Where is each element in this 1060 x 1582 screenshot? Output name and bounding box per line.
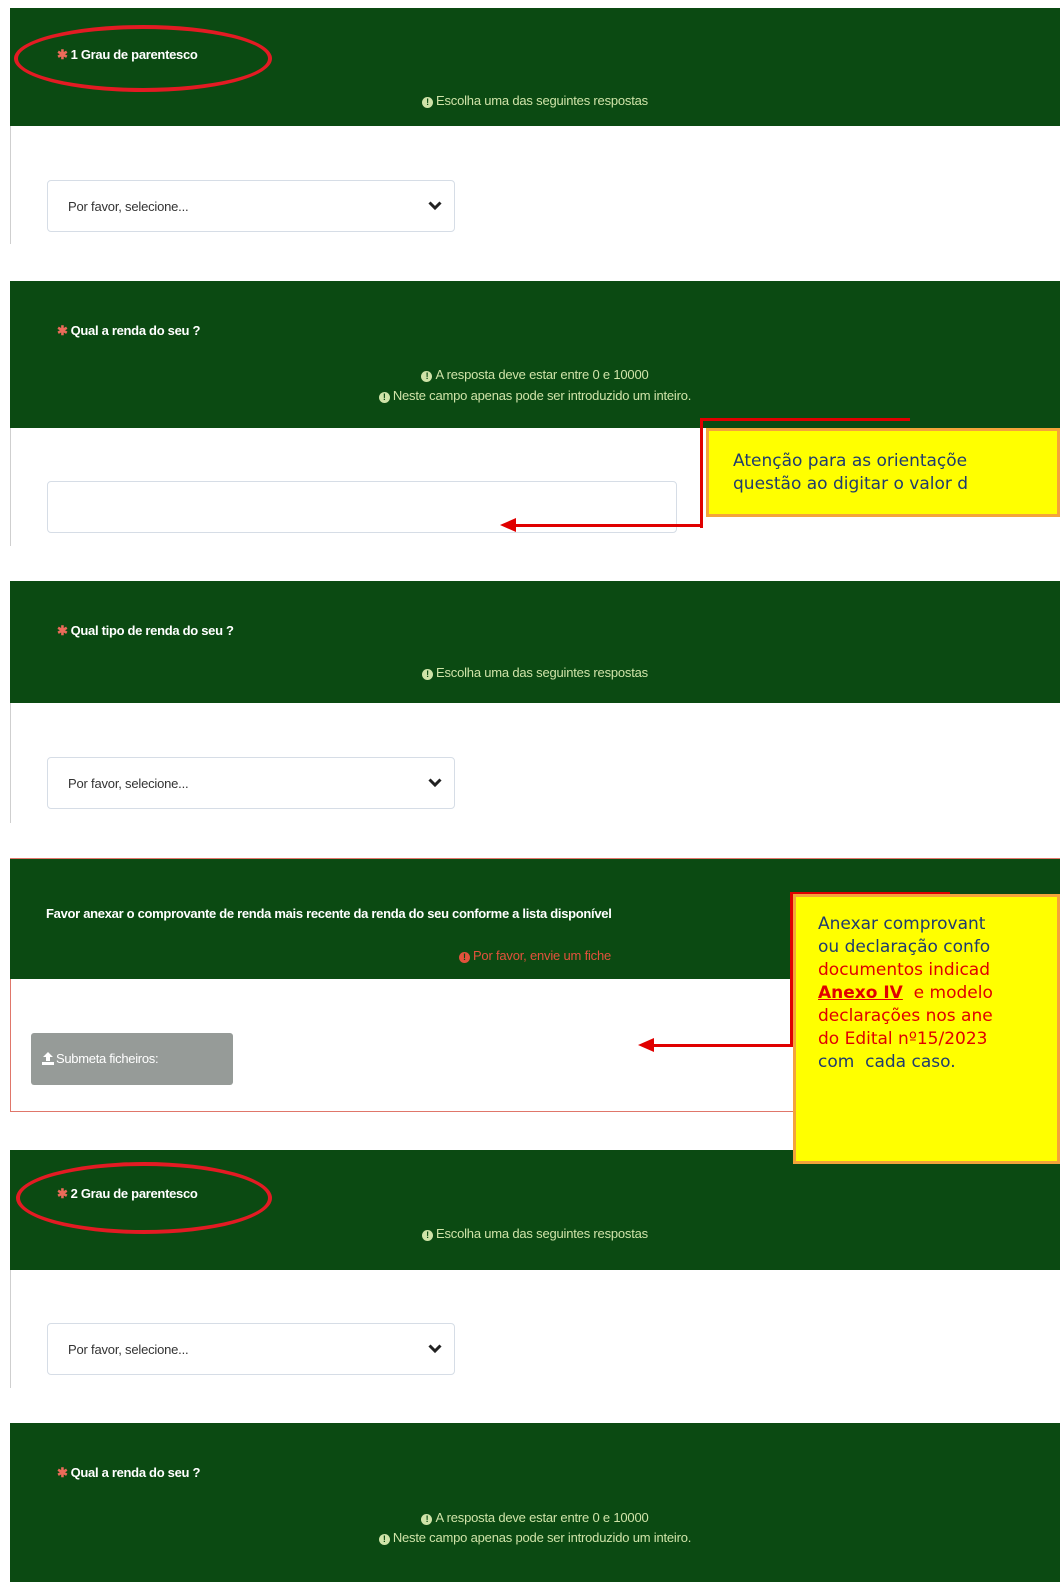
annotation-arrow-line (512, 524, 703, 527)
grau-parentesco-select[interactable]: Por favor, selecione... (47, 180, 455, 232)
annotation-line (700, 418, 703, 528)
exclamation-circle-icon: ! (378, 392, 390, 403)
chevron-down-icon (428, 778, 442, 788)
chevron-down-icon (428, 201, 442, 211)
asterisk-icon: ✱ (57, 623, 68, 638)
question-border (10, 1270, 11, 1388)
question-title: ✱ Qual tipo de renda do seu ? (57, 623, 234, 638)
question-border (10, 703, 11, 823)
exclamation-circle-icon: ! (378, 1534, 390, 1545)
question-hint-integer: ! Neste campo apenas pode ser introduzido… (10, 1530, 1060, 1545)
arrowhead-icon (638, 1038, 654, 1052)
question-title: ✱ Qual a renda do seu ? (57, 1465, 201, 1480)
exclamation-circle-icon: ! (422, 669, 434, 680)
question-hint: ! Escolha uma das seguintes respostas (10, 93, 1060, 108)
asterisk-icon: ✱ (57, 1465, 68, 1480)
highlight-ellipse-grau-1 (14, 25, 272, 92)
asterisk-icon: ✱ (57, 323, 68, 338)
question-title: Favor anexar o comprovante de renda mais… (46, 906, 612, 921)
annotation-callout-renda: Atenção para as orientaçõe questão ao di… (706, 428, 1060, 517)
tipo-renda-select[interactable]: Por favor, selecione... (47, 757, 455, 809)
question-hint: ! Escolha uma das seguintes respostas (10, 665, 1060, 680)
question-hint-range: ! A resposta deve estar entre 0 e 10000 (10, 1510, 1060, 1525)
question-header-renda-2: ✱ Qual a renda do seu ? ! A resposta deve … (10, 1423, 1060, 1582)
exclamation-circle-icon: ! (421, 1514, 433, 1525)
grau-parentesco-2-select[interactable]: Por favor, selecione... (47, 1323, 455, 1375)
arrowhead-icon (500, 518, 516, 532)
exclamation-circle-icon: ! (422, 97, 434, 108)
chevron-down-icon (428, 1344, 442, 1354)
upload-button[interactable]: Submeta ficheiros: (31, 1033, 233, 1085)
exclamation-circle-icon: ! (458, 952, 470, 963)
anexo-iv-link[interactable]: Anexo IV (818, 983, 903, 1003)
question-border (10, 428, 11, 546)
question-hint-integer: ! Neste campo apenas pode ser introduzido… (10, 388, 1060, 403)
question-header-renda: ✱ Qual a renda do seu ? ! A resposta deve … (10, 281, 1060, 428)
question-title: ✱ Qual a renda do seu ? (57, 323, 201, 338)
annotation-callout-comprovante: Anexar comprovant ou declaração confo do… (793, 894, 1060, 1164)
question-hint-range: ! A resposta deve estar entre 0 e 10000 (10, 367, 1060, 382)
exclamation-circle-icon: ! (421, 371, 433, 382)
question-border (10, 126, 11, 244)
annotation-line (700, 418, 910, 421)
question-header-tipo-renda: ✱ Qual tipo de renda do seu ? ! Escolha um… (10, 581, 1060, 703)
highlight-ellipse-grau-2 (16, 1162, 272, 1234)
annotation-arrow-line (650, 1044, 793, 1047)
upload-icon (42, 1052, 54, 1065)
exclamation-circle-icon: ! (422, 1230, 434, 1241)
